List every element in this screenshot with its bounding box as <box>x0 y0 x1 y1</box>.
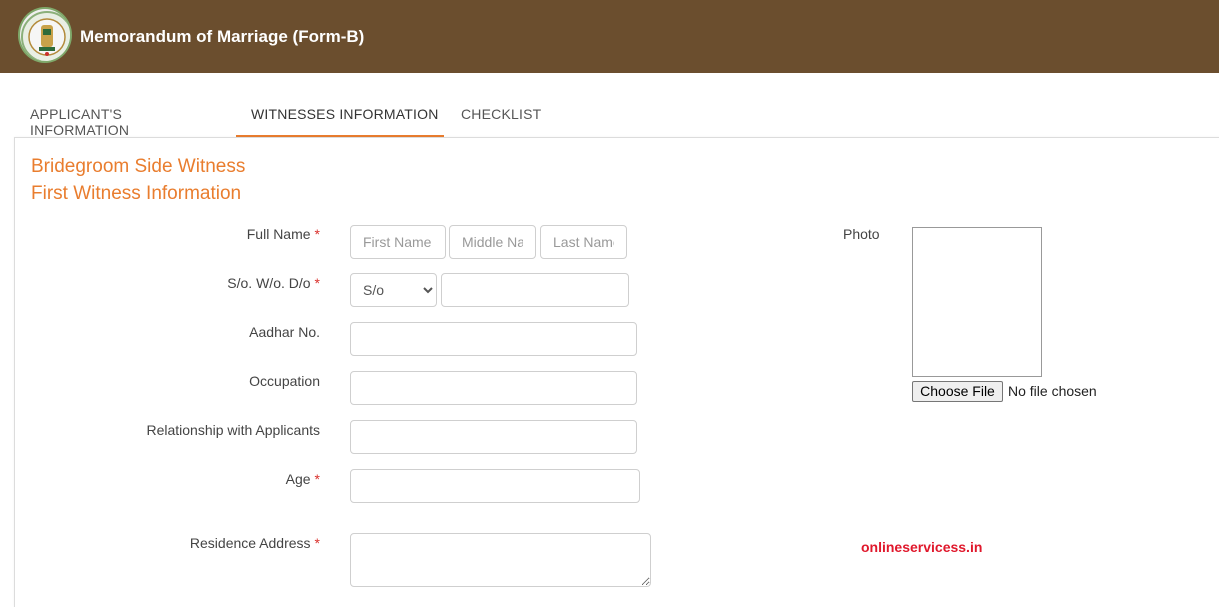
full-name-label-text: Full Name <box>246 226 311 242</box>
section-heading: Bridegroom Side Witness <box>31 156 246 177</box>
choose-file-button[interactable]: Choose File <box>912 381 1003 402</box>
occupation-label: Occupation <box>249 373 320 389</box>
tab-checklist[interactable]: CHECKLIST <box>461 95 541 138</box>
full-name-label: Full Name * <box>247 226 320 242</box>
page-title: Memorandum of Marriage (Form-B) <box>80 27 365 46</box>
tab-witnesses-information[interactable]: WITNESSES INFORMATION <box>236 95 444 138</box>
required-marker: * <box>314 535 320 551</box>
age-input[interactable] <box>350 469 640 503</box>
age-label-text: Age <box>285 471 311 487</box>
occupation-input[interactable] <box>350 371 637 405</box>
relationship-label: Relationship with Applicants <box>146 422 320 438</box>
required-marker: * <box>314 226 320 242</box>
file-status-text: No file chosen <box>1008 383 1097 399</box>
relation-label: S/o. W/o. D/o * <box>227 275 320 291</box>
section-subheading: First Witness Information <box>31 183 242 204</box>
required-marker: * <box>314 471 320 487</box>
relationship-input[interactable] <box>350 420 637 454</box>
required-marker: * <box>314 275 320 291</box>
watermark-text: onlineservicess.in <box>861 539 983 555</box>
middle-name-input[interactable] <box>449 225 536 259</box>
residence-address-textarea[interactable] <box>350 533 651 587</box>
first-name-input[interactable] <box>350 225 446 259</box>
relation-select[interactable]: S/oW/oD/o <box>350 273 437 307</box>
aadhar-input[interactable] <box>350 322 637 356</box>
photo-label: Photo <box>843 226 880 242</box>
tab-applicants-information[interactable]: APPLICANT'S INFORMATION <box>30 95 129 138</box>
age-label: Age * <box>286 471 320 487</box>
app-header: Memorandum of Marriage (Form-B) <box>0 0 1219 73</box>
guardian-name-input[interactable] <box>441 273 629 307</box>
relation-label-text: S/o. W/o. D/o <box>227 275 311 291</box>
address-label: Residence Address * <box>190 535 320 551</box>
photo-preview <box>912 227 1042 377</box>
last-name-input[interactable] <box>540 225 627 259</box>
aadhar-label: Aadhar No. <box>249 324 320 340</box>
address-label-text: Residence Address <box>189 535 311 551</box>
state-emblem-icon <box>18 7 72 63</box>
